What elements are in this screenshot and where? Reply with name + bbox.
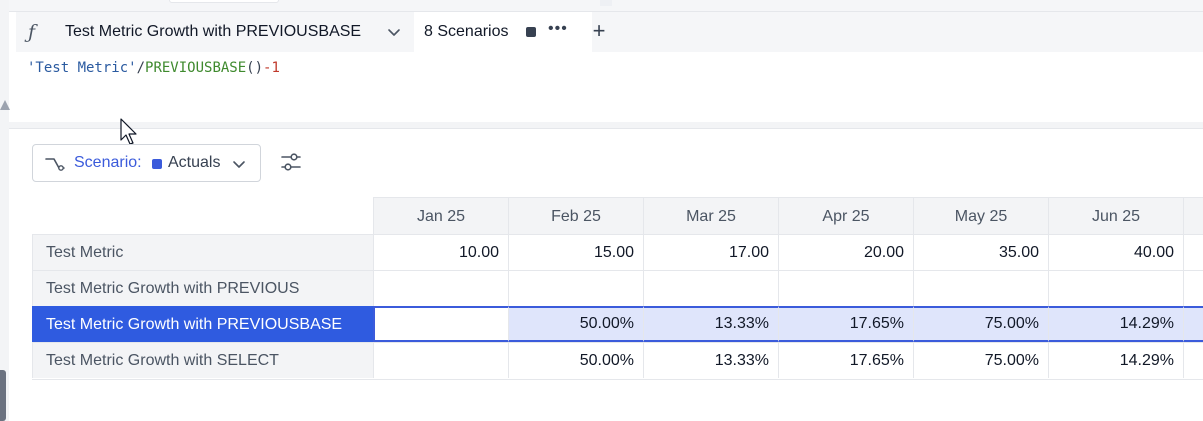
- formula-metric-token: 'Test Metric': [27, 60, 137, 76]
- table-cell[interactable]: 75.00%: [913, 342, 1048, 378]
- collapse-caret-icon[interactable]: [0, 100, 10, 110]
- sliders-icon[interactable]: [279, 150, 303, 174]
- column-header[interactable]: Mar 25: [643, 197, 778, 235]
- table-cell[interactable]: 17.00: [643, 234, 778, 270]
- column-header[interactable]: Jun 25: [1048, 197, 1183, 235]
- table-cell[interactable]: 40.00: [1048, 234, 1183, 270]
- formula-text[interactable]: 'Test Metric'/PREVIOUSBASE()-1: [27, 60, 280, 76]
- row-label[interactable]: Test Metric Growth with PREVIOUS: [32, 270, 373, 306]
- table-cell[interactable]: 20.00: [778, 234, 913, 270]
- table-cell-overflow: [1183, 342, 1203, 378]
- table-row-selected: Test Metric Growth with PREVIOUSBASE 50.…: [32, 306, 1203, 342]
- formula-function-token: PREVIOUSBASE: [145, 60, 247, 76]
- table-cell[interactable]: [373, 342, 508, 378]
- row-label[interactable]: Test Metric Growth with PREVIOUSBASE: [32, 306, 373, 342]
- table-cell[interactable]: [913, 270, 1048, 306]
- window-left-edge: [0, 0, 9, 421]
- formula-tab[interactable]: ƒ Test Metric Growth with PREVIOUSBASE: [16, 12, 411, 52]
- table-cell-overflow: [1183, 270, 1203, 306]
- top-stub-small: [600, 0, 612, 6]
- window-left-handle[interactable]: [0, 370, 6, 421]
- scenario-color-dot: [152, 159, 162, 169]
- table-cell[interactable]: 13.33%: [643, 342, 778, 378]
- table-cell-overflow: [1183, 306, 1203, 342]
- table-cell-overflow: [1183, 234, 1203, 270]
- formula-number-token: 1: [271, 60, 280, 76]
- column-header[interactable]: Jan 25: [373, 197, 508, 235]
- column-header-row: Jan 25 Feb 25 Mar 25 Apr 25 May 25 Jun 2…: [32, 197, 1203, 235]
- formula-tab-bar: ƒ Test Metric Growth with PREVIOUSBASE 8…: [16, 12, 1203, 52]
- column-header[interactable]: Apr 25: [778, 197, 913, 235]
- formula-parens-token: (): [246, 60, 264, 76]
- chevron-down-icon[interactable]: [386, 24, 402, 40]
- row-label[interactable]: Test Metric Growth with SELECT: [32, 342, 373, 378]
- table-cell[interactable]: [643, 270, 778, 306]
- table-cell[interactable]: 17.65%: [778, 306, 913, 342]
- table-cell[interactable]: [373, 270, 508, 306]
- table-cell[interactable]: [1048, 270, 1183, 306]
- scenario-color-swatch-icon: [526, 27, 536, 37]
- scenarios-tab-label: 8 Scenarios: [424, 23, 509, 40]
- table-cell[interactable]: 15.00: [508, 234, 643, 270]
- table-row: Test Metric 10.00 15.00 17.00 20.00 35.0…: [32, 234, 1203, 270]
- formula-editor[interactable]: 'Test Metric'/PREVIOUSBASE()-1: [16, 52, 1203, 122]
- scenario-filter-value: Actuals: [168, 154, 221, 171]
- table-row: Test Metric Growth with PREVIOUS: [32, 270, 1203, 306]
- table-cell[interactable]: 10.00: [373, 234, 508, 270]
- table-cell[interactable]: [508, 270, 643, 306]
- table-cell[interactable]: 50.00%: [508, 306, 643, 342]
- table-cell-focused[interactable]: [373, 306, 508, 342]
- scenario-branch-icon: [45, 158, 65, 171]
- formula-divide-token: /: [136, 60, 146, 76]
- table-cell[interactable]: 14.29%: [1048, 342, 1183, 378]
- row-label[interactable]: Test Metric: [32, 234, 373, 270]
- function-icon: ƒ: [28, 21, 36, 43]
- table-cell[interactable]: 17.65%: [778, 342, 913, 378]
- column-header[interactable]: May 25: [913, 197, 1048, 235]
- table-cell[interactable]: 13.33%: [643, 306, 778, 342]
- table-cell[interactable]: 14.29%: [1048, 306, 1183, 342]
- formula-tab-title: Test Metric Growth with PREVIOUSBASE: [65, 23, 362, 40]
- scenarios-tab[interactable]: 8 Scenarios •••: [414, 12, 592, 52]
- column-header[interactable]: Feb 25: [508, 197, 643, 235]
- table-cell[interactable]: 35.00: [913, 234, 1048, 270]
- table-cell[interactable]: [778, 270, 913, 306]
- column-header-overflow: [1183, 197, 1203, 235]
- chevron-down-icon: [233, 161, 245, 168]
- table-cell[interactable]: 75.00%: [913, 306, 1048, 342]
- scenario-filter-label: Scenario:: [74, 154, 142, 171]
- top-stub: [169, 0, 279, 3]
- add-tab-button[interactable]: +: [589, 19, 609, 43]
- editor-divider: [9, 122, 1203, 129]
- table-cell[interactable]: 50.00%: [508, 342, 643, 378]
- grid-bottom-border: [32, 379, 1203, 380]
- table-row: Test Metric Growth with SELECT 50.00% 13…: [32, 342, 1203, 378]
- app-window: ƒ Test Metric Growth with PREVIOUSBASE 8…: [0, 0, 1203, 421]
- more-icon[interactable]: •••: [548, 20, 568, 38]
- scenario-filter-button[interactable]: Scenario: Actuals: [32, 144, 261, 182]
- top-strip: [9, 0, 1203, 12]
